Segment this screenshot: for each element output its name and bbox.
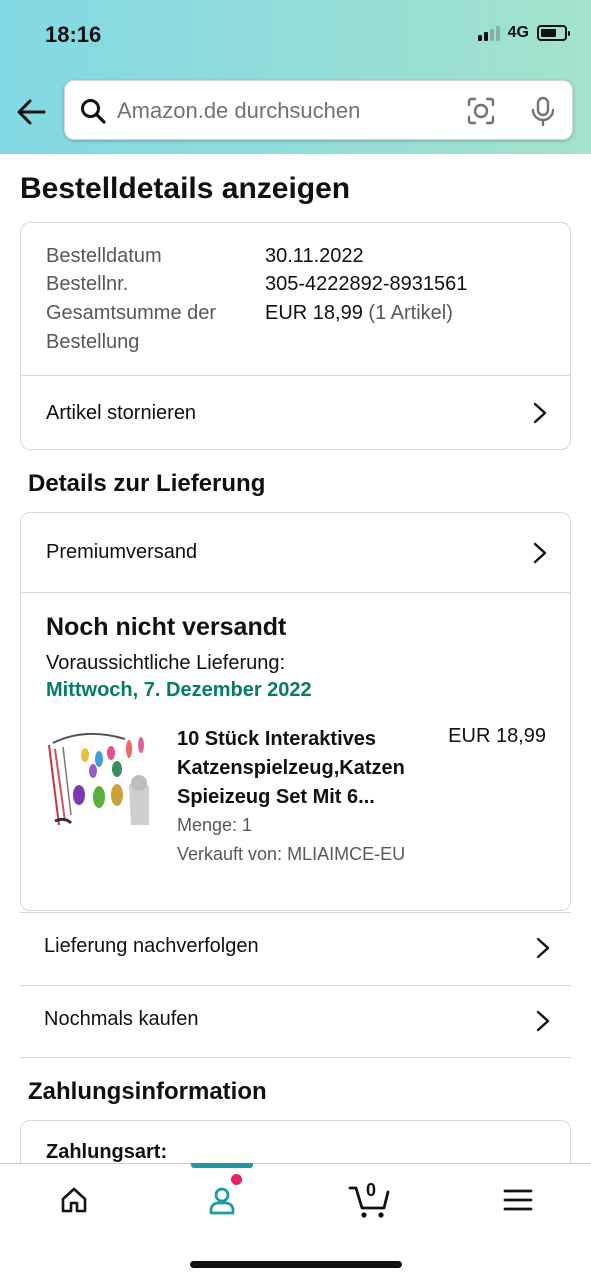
home-indicator <box>190 1261 402 1268</box>
cart-count: 0 <box>365 1180 376 1200</box>
shipping-method-label: Premiumversand <box>46 541 198 563</box>
estimated-delivery-label: Voraussichtliche Lieferung: <box>46 652 286 674</box>
status-time: 18:16 <box>45 22 102 47</box>
order-number-value: 305-4222892-8931561 <box>265 273 468 295</box>
delivery-section-title: Details zur Lieferung <box>28 470 266 497</box>
cancel-items-row[interactable]: Artikel stornieren <box>21 376 570 450</box>
product-price: EUR 18,99 <box>448 725 546 747</box>
battery-icon <box>537 25 570 41</box>
chevron-right-icon <box>536 937 550 959</box>
shipment-status: Noch nicht versandt <box>46 613 287 641</box>
order-date-value: 30.11.2022 <box>265 245 364 267</box>
divider <box>21 592 570 593</box>
estimated-delivery-date: Mittwoch, 7. Dezember 2022 <box>46 679 312 701</box>
signal-icon <box>477 25 500 41</box>
payment-method-label: Zahlungsart: <box>46 1141 168 1163</box>
nav-home[interactable] <box>44 1178 104 1222</box>
back-arrow-icon[interactable] <box>14 94 50 130</box>
delivery-card: Premiumversand Noch nicht versandt Vorau… <box>20 512 571 911</box>
track-delivery-row[interactable]: Lieferung nachverfolgen <box>20 912 571 984</box>
order-total-amount: EUR 18,99 <box>265 302 363 324</box>
shipping-method-row[interactable]: Premiumversand <box>21 513 570 592</box>
search-bar[interactable] <box>64 80 573 140</box>
product-seller: Verkauft von: MLIAIMCE-EU <box>177 844 406 864</box>
order-item-count: (1 Artikel) <box>368 302 453 324</box>
divider <box>20 1057 571 1058</box>
order-number-label: Bestellnr. <box>46 273 129 295</box>
menu-icon <box>503 1189 533 1211</box>
account-icon <box>209 1187 235 1215</box>
chevron-right-icon <box>533 542 547 563</box>
payment-section-title: Zahlungsinformation <box>28 1078 267 1105</box>
product-quantity: Menge: 1 <box>177 815 253 835</box>
page-title: Bestelldetails anzeigen <box>20 172 351 205</box>
notification-dot <box>231 1174 242 1185</box>
nav-cart[interactable]: 0 <box>340 1178 400 1222</box>
buy-again-label: Nochmals kaufen <box>44 1008 199 1030</box>
header: 18:16 4G <box>0 0 591 154</box>
active-tab-indicator <box>191 1163 253 1168</box>
product-title-link[interactable]: 10 Stück Interaktives Katzenspielzeug,Ka… <box>177 725 427 812</box>
camera-scan-icon[interactable] <box>465 95 497 127</box>
order-total-label: Gesamtsumme der Bestellung <box>46 302 217 353</box>
microphone-icon[interactable] <box>527 95 559 127</box>
nav-account[interactable] <box>192 1178 252 1222</box>
chevron-right-icon <box>536 1010 550 1032</box>
network-type: 4G <box>507 24 529 41</box>
product-image[interactable] <box>45 725 157 835</box>
chevron-right-icon <box>533 402 547 424</box>
nav-menu[interactable] <box>488 1178 548 1222</box>
home-icon <box>61 1187 87 1213</box>
track-delivery-label: Lieferung nachverfolgen <box>44 935 259 957</box>
search-input[interactable] <box>117 93 437 129</box>
search-icon <box>81 99 106 124</box>
order-total-value: EUR 18,99 (1 Artikel) <box>265 299 453 328</box>
buy-again-row[interactable]: Nochmals kaufen <box>20 985 571 1057</box>
order-summary-card: Bestelldatum 30.11.2022 Bestellnr. 305-4… <box>20 222 571 450</box>
cancel-items-label: Artikel stornieren <box>46 401 197 424</box>
status-indicators: 4G <box>477 24 570 42</box>
order-date-label: Bestelldatum <box>46 245 162 267</box>
